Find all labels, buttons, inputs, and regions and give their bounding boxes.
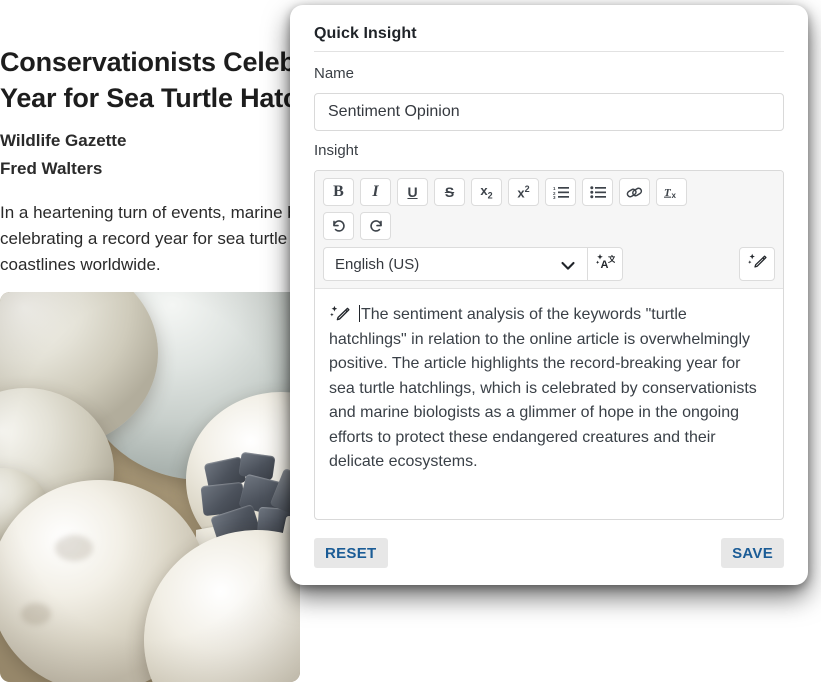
- redo-button[interactable]: [360, 212, 391, 240]
- dialog-title: Quick Insight: [314, 25, 417, 42]
- language-select-wrapper: English (US): [323, 247, 587, 281]
- redo-icon: [368, 219, 384, 233]
- translate-button[interactable]: A 文: [587, 247, 623, 281]
- article-author: Fred Walters: [0, 159, 103, 178]
- magic-pencil-icon: [747, 253, 767, 276]
- editor-toolbar: B I U S x2 x2 1 2 3 T x English (US) A: [315, 171, 783, 289]
- language-select[interactable]: English (US): [323, 247, 587, 281]
- editor-content-area[interactable]: The sentiment analysis of the keywords "…: [315, 289, 783, 501]
- reset-button[interactable]: RESET: [314, 538, 388, 568]
- name-field-label: Name: [314, 65, 355, 82]
- text-caret: [359, 305, 360, 322]
- underline-icon: U: [407, 184, 418, 200]
- bold-button[interactable]: B: [323, 178, 354, 206]
- italic-button[interactable]: I: [360, 178, 391, 206]
- link-button[interactable]: [619, 178, 650, 206]
- underline-button[interactable]: U: [397, 178, 428, 206]
- ordered-list-icon: 1 2 3: [553, 185, 569, 199]
- toolbar-row-history: [323, 212, 775, 240]
- link-icon: [626, 185, 643, 200]
- article-source: Wildlife Gazette: [0, 131, 127, 150]
- remove-format-icon: T x: [663, 185, 680, 199]
- bullet-list-icon: [589, 185, 606, 199]
- superscript-button[interactable]: x2: [508, 178, 539, 206]
- superscript-icon: x2: [517, 183, 530, 201]
- remove-format-button[interactable]: T x: [656, 178, 687, 206]
- ordered-list-button[interactable]: 1 2 3: [545, 178, 576, 206]
- svg-text:x: x: [671, 191, 676, 199]
- name-input[interactable]: [314, 93, 784, 131]
- dialog-title-divider: [314, 51, 784, 52]
- strikethrough-button[interactable]: S: [434, 178, 465, 206]
- toolbar-row-formatting: B I U S x2 x2 1 2 3 T x: [323, 178, 775, 206]
- magic-pencil-icon: [330, 305, 350, 329]
- undo-icon: [331, 219, 347, 233]
- editor-text-content: The sentiment analysis of the keywords "…: [329, 306, 757, 470]
- editor-text-paragraph: The sentiment analysis of the keywords "…: [329, 303, 767, 475]
- article-photo: [0, 292, 300, 682]
- bullet-list-button[interactable]: [582, 178, 613, 206]
- subscript-icon: x2: [480, 183, 493, 201]
- bold-icon: B: [333, 183, 344, 200]
- insight-field-label: Insight: [314, 142, 359, 159]
- undo-button[interactable]: [323, 212, 354, 240]
- quick-insight-dialog: Quick Insight Name Insight B I U S x2: [290, 5, 808, 585]
- language-toolbar-row: English (US) A 文: [323, 247, 775, 281]
- ai-assist-button[interactable]: [739, 247, 775, 281]
- translate-sparkle-icon: A 文: [595, 253, 617, 276]
- svg-text:文: 文: [608, 254, 615, 264]
- strikethrough-icon: S: [444, 184, 455, 200]
- subscript-button[interactable]: x2: [471, 178, 502, 206]
- save-button[interactable]: SAVE: [721, 538, 784, 568]
- italic-icon: I: [372, 183, 379, 200]
- svg-text:3: 3: [553, 195, 556, 199]
- rich-text-editor: B I U S x2 x2 1 2 3 T x English (US) A T…: [314, 170, 784, 520]
